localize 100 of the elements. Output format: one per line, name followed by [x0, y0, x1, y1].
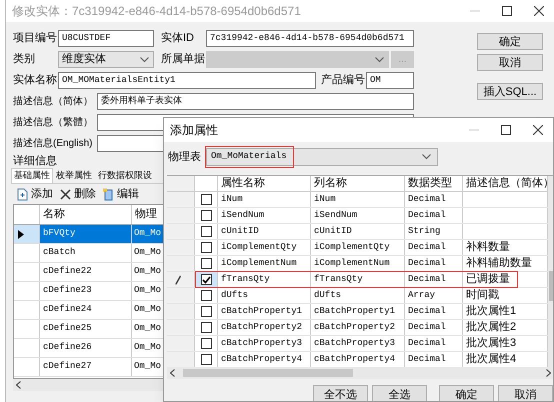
checkbox[interactable] — [200, 242, 212, 253]
text-field[interactable]: OM_MOMaterialsEntity1 — [58, 72, 316, 89]
table-cell: cDefine23 — [40, 282, 132, 300]
dropdown[interactable]: Om_MoMaterials — [206, 148, 438, 166]
table-cell: bFVQty — [40, 225, 132, 243]
table-cell-text: Om_Mo — [133, 341, 162, 354]
dropdown[interactable]: 维度实体 — [58, 51, 154, 68]
table-cell: iComplementQty — [218, 240, 311, 255]
delete-icon — [59, 188, 72, 200]
dialog-button[interactable]: 全选 — [372, 385, 427, 401]
checkbox[interactable] — [200, 210, 212, 221]
field-label: 描述信息（简体） — [13, 94, 94, 109]
table-cell: Decimal — [405, 256, 463, 271]
toolbar-button[interactable]: 添加 — [16, 186, 53, 202]
row-header[interactable] — [167, 272, 195, 287]
table-cell: Decimal — [405, 304, 463, 319]
checkbox[interactable] — [200, 354, 212, 365]
column-header: 物理 — [134, 207, 158, 222]
table-cell: iComplementQty — [311, 240, 405, 255]
table-cell-text: Om_Mo — [133, 246, 162, 260]
scroll-right-icon — [546, 369, 551, 377]
dialog-button[interactable]: 插入SQL... — [477, 83, 543, 100]
table-cell: Om_Mo — [132, 225, 164, 243]
checkbox[interactable] — [200, 258, 212, 269]
table-cell: cDefine26 — [40, 339, 132, 357]
toolbar-button[interactable]: 编辑 — [102, 186, 139, 202]
scrollbar[interactable] — [548, 176, 553, 367]
maximize-icon — [501, 125, 511, 135]
window-title: 修改实体：7c319942-e846-4d14-b578-6954d0b6d571 — [12, 3, 301, 20]
field-label: 描述信息（繁體） — [13, 116, 94, 130]
table-cell: iNum — [311, 192, 405, 207]
dialog-button[interactable]: 确定 — [439, 385, 494, 401]
checkbox[interactable] — [200, 338, 212, 349]
dialog-button[interactable]: 全不选 — [313, 385, 368, 401]
current-row-icon — [18, 230, 24, 238]
table-cell: cUnitID — [218, 224, 311, 239]
table-cell: cBatchProperty2 — [218, 320, 311, 335]
table-cell: cBatchProperty1 — [311, 304, 405, 319]
table-cell-text: Om_Mo — [133, 284, 162, 298]
checkbox[interactable] — [200, 226, 212, 237]
table-cell-text: Om_Mo — [133, 303, 162, 316]
dialog-button[interactable]: 确定 — [477, 33, 543, 50]
column-header: 列名称 — [311, 176, 405, 191]
table-cell: Decimal — [405, 208, 463, 223]
table-cell: dUfts — [218, 288, 311, 303]
add-document-icon — [16, 188, 29, 200]
table-cell: cDefine22 — [40, 263, 132, 281]
text-field[interactable]: OM — [366, 72, 414, 89]
field-label: 物理表 — [168, 150, 202, 165]
scrollbar[interactable] — [167, 367, 553, 379]
table-cell: Decimal — [405, 320, 463, 335]
checkbox[interactable] — [200, 306, 212, 317]
field-label: 产品编号 — [321, 72, 366, 88]
table-cell: cDefine24 — [40, 301, 132, 319]
dialog-button[interactable]: 取消 — [477, 54, 543, 71]
checkbox[interactable] — [200, 322, 212, 333]
table-cell: String — [405, 224, 463, 239]
toolbar-button[interactable]: 删除 — [59, 186, 96, 202]
pencil-icon — [175, 274, 181, 284]
table-cell: iComplementNum — [311, 256, 405, 271]
table-cell: iNum — [218, 192, 311, 207]
text-field[interactable]: 委外用料单子表实体 — [97, 93, 414, 110]
table-cell: iComplementNum — [218, 256, 311, 271]
field-label: 实体名称 — [13, 72, 58, 88]
scroll-left-icon — [170, 369, 175, 377]
table-cell: cBatchProperty3 — [218, 336, 311, 351]
dialog-button[interactable]: 取消 — [498, 385, 553, 401]
edit-document-icon — [102, 188, 115, 200]
table-cell: cBatchProperty3 — [311, 336, 405, 351]
table-cell-text: Om_Mo — [133, 322, 162, 336]
table-cell: dUfts — [311, 288, 405, 303]
table-cell: iSendNum — [311, 208, 405, 223]
scroll-left-icon — [16, 381, 21, 389]
table-cell: Decimal — [405, 240, 463, 255]
column-header: 属性名称 — [218, 176, 311, 191]
checkbox[interactable] — [200, 274, 212, 285]
table-cell: cUnitID — [311, 224, 405, 239]
column-header: 数据类型 — [405, 176, 463, 191]
checkbox[interactable] — [200, 290, 212, 301]
table-cell: cDefine25 — [40, 320, 132, 338]
scrollbar[interactable] — [13, 379, 164, 391]
row-header[interactable] — [14, 225, 40, 243]
table-cell: Decimal — [405, 192, 463, 207]
text-field[interactable]: 7c319942-e846-4d14-b578-6954d0b6d571 — [206, 30, 414, 47]
checkbox[interactable] — [200, 194, 212, 205]
table-cell: Array — [405, 288, 463, 303]
window-title: 添加属性 — [170, 122, 218, 139]
table-cell: cBatch — [40, 244, 132, 262]
field-label: 所属单据 — [161, 52, 206, 68]
tab[interactable]: 基础属性 — [11, 168, 53, 183]
checkmark-icon — [202, 276, 210, 284]
table-cell: cBatchProperty1 — [218, 304, 311, 319]
field-label: 实体ID — [161, 30, 195, 46]
section-title: 详细信息 — [13, 154, 58, 168]
maximize-icon — [502, 6, 512, 16]
table-cell: cBatchProperty2 — [311, 320, 405, 335]
text-field[interactable]: U8CUSTDEF — [58, 30, 154, 47]
field-label: 类别 — [13, 52, 36, 68]
field-label: 项目编号 — [13, 31, 58, 46]
table-cell-text: Om_Mo — [133, 265, 162, 278]
